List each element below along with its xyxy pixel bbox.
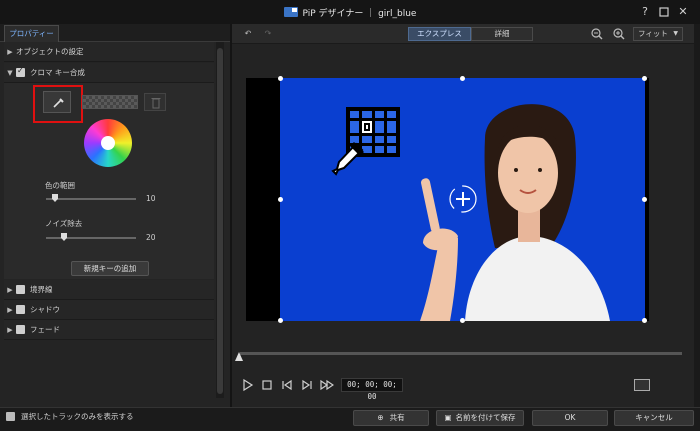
section-shadow[interactable]: ▶ シャドウ bbox=[4, 300, 214, 320]
resize-handle-top-right[interactable] bbox=[642, 76, 647, 81]
zoom-fit-label: フィット bbox=[638, 29, 668, 38]
move-handle-icon[interactable] bbox=[445, 181, 481, 217]
expand-arrow-icon: ▶ bbox=[7, 325, 13, 334]
share-label: 共有 bbox=[389, 413, 405, 422]
trash-icon bbox=[151, 98, 161, 109]
share-button[interactable]: ⊕ 共有 bbox=[353, 410, 429, 426]
section-label: シャドウ bbox=[30, 305, 60, 314]
undo-icon[interactable]: ↶ bbox=[240, 27, 256, 41]
window-title: PiP デザイナー ｜ girl_blue bbox=[0, 0, 700, 24]
eyedropper-icon bbox=[53, 98, 64, 108]
timeline-track[interactable] bbox=[240, 352, 682, 355]
noise-label: ノイズ除去 bbox=[45, 219, 83, 228]
section-object-settings[interactable]: ▶ オブジェクトの設定 bbox=[4, 42, 214, 62]
noise-value: 20 bbox=[146, 233, 156, 242]
share-icon: ⊕ bbox=[377, 413, 384, 422]
resize-handle-top[interactable] bbox=[460, 76, 465, 81]
resize-handle-top-left[interactable] bbox=[278, 76, 283, 81]
cancel-button[interactable]: キャンセル bbox=[614, 410, 694, 426]
show-selected-only-label: 選択したトラックのみを表示する bbox=[21, 412, 134, 421]
pip-designer-logo-icon bbox=[283, 7, 298, 17]
redo-icon[interactable]: ↷ bbox=[260, 27, 276, 41]
show-selected-only-checkbox[interactable] bbox=[6, 412, 15, 421]
save-as-label: 名前を付けて保存 bbox=[455, 413, 516, 422]
color-picker-button[interactable] bbox=[43, 91, 71, 113]
save-icon: ▣ bbox=[444, 413, 452, 422]
section-label: オブジェクトの設定 bbox=[16, 47, 84, 56]
section-label: 境界線 bbox=[30, 285, 53, 294]
delete-key-button[interactable] bbox=[144, 93, 166, 111]
maximize-icon[interactable] bbox=[657, 5, 671, 19]
add-new-key-button[interactable]: 新規キーの追加 bbox=[71, 261, 149, 276]
tab-properties[interactable]: プロパティー bbox=[4, 25, 59, 42]
help-icon[interactable]: ? bbox=[638, 5, 652, 19]
resize-handle-right[interactable] bbox=[642, 197, 647, 202]
chroma-key-checkbox[interactable] bbox=[16, 66, 25, 77]
zoom-out-icon[interactable] bbox=[590, 27, 604, 41]
fast-forward-icon[interactable] bbox=[320, 378, 335, 392]
ok-button[interactable]: OK bbox=[532, 410, 608, 426]
expand-arrow-icon: ▶ bbox=[7, 305, 13, 314]
shadow-checkbox[interactable] bbox=[16, 305, 25, 314]
section-label: フェード bbox=[30, 325, 60, 334]
section-chroma-key[interactable]: ▼ クロマ キー合成 bbox=[4, 63, 214, 83]
next-frame-icon[interactable] bbox=[300, 378, 314, 392]
resize-handle-bottom[interactable] bbox=[460, 318, 465, 323]
color-range-label: 色の範囲 bbox=[45, 181, 75, 190]
stop-icon[interactable] bbox=[260, 378, 274, 392]
border-checkbox[interactable] bbox=[16, 285, 25, 294]
section-fade[interactable]: ▶ フェード bbox=[4, 320, 214, 340]
tab-detail[interactable]: 詳細 bbox=[471, 27, 533, 41]
collapse-arrow-icon: ▼ bbox=[7, 68, 13, 77]
section-label: クロマ キー合成 bbox=[30, 68, 85, 77]
resize-handle-bottom-left[interactable] bbox=[278, 318, 283, 323]
key-color-swatch[interactable] bbox=[82, 95, 138, 109]
color-range-track[interactable] bbox=[46, 198, 136, 200]
timecode-display: 00; 00; 00; 00 bbox=[341, 378, 403, 401]
close-icon[interactable]: ✕ bbox=[676, 5, 690, 19]
color-wheel-center bbox=[101, 136, 115, 150]
play-icon[interactable] bbox=[240, 378, 254, 392]
save-as-button[interactable]: ▣ 名前を付けて保存 bbox=[436, 410, 524, 426]
previous-frame-icon[interactable] bbox=[280, 378, 294, 392]
noise-track[interactable] bbox=[46, 237, 136, 239]
properties-scrollbar-thumb[interactable] bbox=[217, 48, 223, 394]
expand-arrow-icon: ▶ bbox=[7, 285, 13, 294]
window-title-text: PiP デザイナー ｜ girl_blue bbox=[302, 8, 417, 19]
snapshot-icon[interactable] bbox=[634, 379, 650, 391]
section-border[interactable]: ▶ 境界線 bbox=[4, 280, 214, 300]
zoom-in-icon[interactable] bbox=[612, 27, 626, 41]
resize-handle-left[interactable] bbox=[278, 197, 283, 202]
expand-arrow-icon: ▶ bbox=[7, 47, 13, 56]
chevron-down-icon: ▼ bbox=[673, 30, 678, 37]
color-range-value: 10 bbox=[146, 194, 156, 203]
eyedropper-cursor-icon bbox=[331, 142, 364, 176]
fade-checkbox[interactable] bbox=[16, 325, 25, 334]
resize-handle-bottom-right[interactable] bbox=[642, 318, 647, 323]
tab-express[interactable]: エクスプレス bbox=[408, 27, 471, 41]
zoom-fit-select[interactable]: フィット ▼ bbox=[633, 27, 683, 41]
